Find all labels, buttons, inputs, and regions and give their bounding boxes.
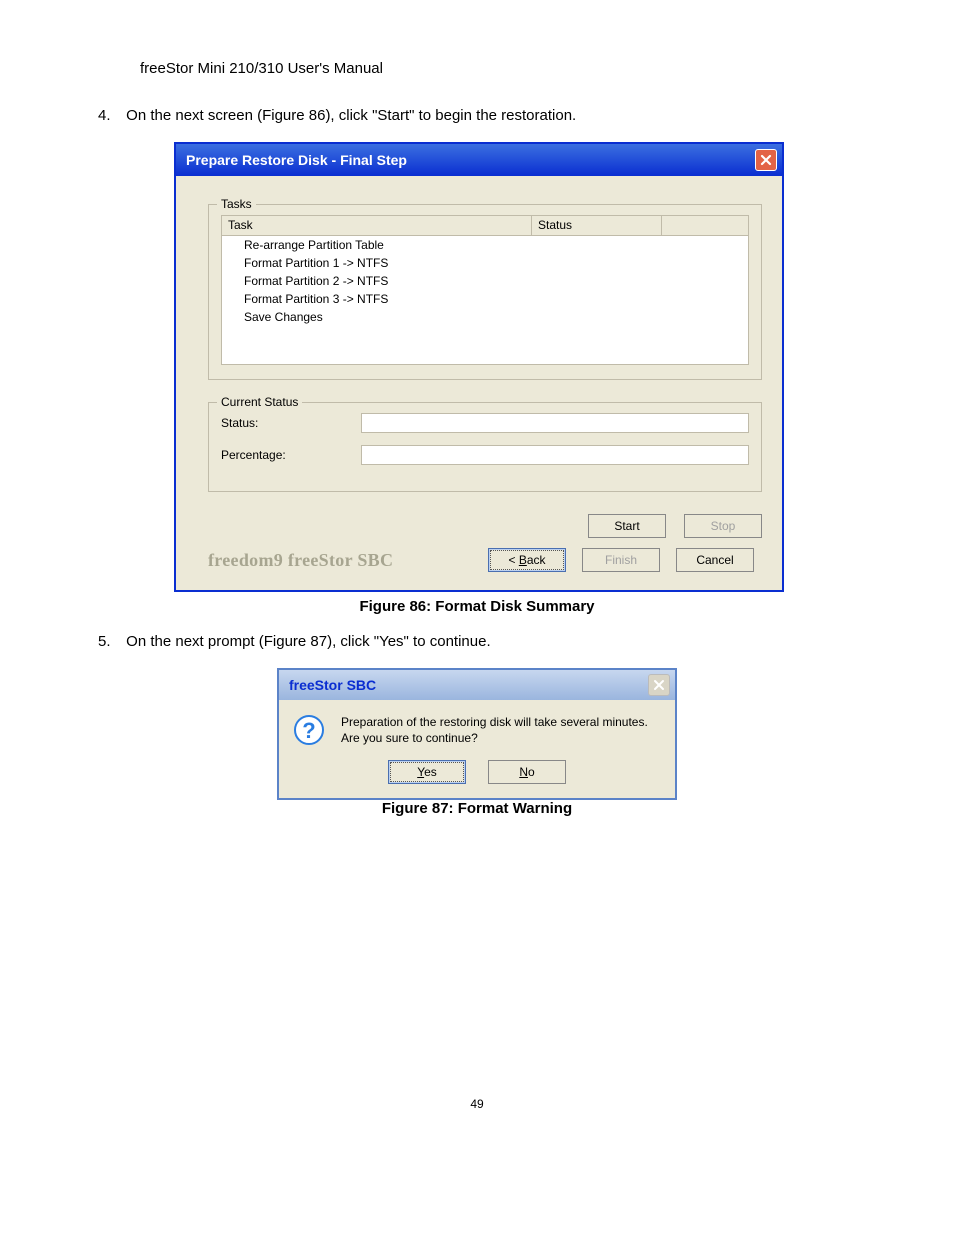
dialog-footer: freedom9 freeStor SBC < Back Finish Canc… xyxy=(208,548,762,572)
page-header: freeStor Mini 210/310 User's Manual xyxy=(140,60,954,77)
start-button[interactable]: Start xyxy=(588,514,666,538)
step-5: 5. On the next prompt (Figure 87), click… xyxy=(98,633,954,650)
dialog-title: Prepare Restore Disk - Final Step xyxy=(186,152,407,168)
yes-button[interactable]: Yes xyxy=(388,760,466,784)
percentage-row: Percentage: xyxy=(221,445,749,465)
figure-86: Prepare Restore Disk - Final Step Tasks … xyxy=(174,142,954,592)
percentage-field xyxy=(361,445,749,465)
step-4-number: 4. xyxy=(98,107,122,124)
status-row: Status: xyxy=(221,413,749,433)
tasks-group: Tasks Task Status Re-arrange Partition T… xyxy=(208,204,762,380)
figure-87: freeStor SBC ? Preparation of the restor… xyxy=(277,668,954,800)
dialog-titlebar: Prepare Restore Disk - Final Step xyxy=(176,144,782,176)
back-letter: B xyxy=(519,553,527,567)
tasks-table-header: Task Status xyxy=(222,216,748,236)
confirm-titlebar: freeStor SBC xyxy=(279,670,675,700)
back-button[interactable]: < Back xyxy=(488,548,566,572)
step-5-text: On the next prompt (Figure 87), click "Y… xyxy=(126,633,490,650)
msg-row: ? Preparation of the restoring disk will… xyxy=(293,714,661,746)
confirm-dialog: freeStor SBC ? Preparation of the restor… xyxy=(277,668,677,800)
msg-text: Preparation of the restoring disk will t… xyxy=(341,714,648,746)
step-4-text: On the next screen (Figure 86), click "S… xyxy=(126,107,576,124)
step-5-number: 5. xyxy=(98,633,122,650)
brand-text: freedom9 freeStor SBC xyxy=(208,550,393,571)
page-number: 49 xyxy=(0,1097,954,1111)
step-4: 4. On the next screen (Figure 86), click… xyxy=(98,107,954,124)
task-row: Format Partition 2 -> NTFS xyxy=(222,272,748,290)
dialog-body: Tasks Task Status Re-arrange Partition T… xyxy=(176,176,782,590)
confirm-title: freeStor SBC xyxy=(289,677,376,693)
question-icon: ? xyxy=(293,714,325,746)
current-status-legend: Current Status xyxy=(217,395,302,409)
figure-87-caption: Figure 87: Format Warning xyxy=(0,800,954,817)
task-row: Format Partition 3 -> NTFS xyxy=(222,290,748,308)
nav-buttons: < Back Finish Cancel xyxy=(488,548,754,572)
confirm-buttons: Yes No xyxy=(293,760,661,784)
back-prefix: < xyxy=(508,553,518,567)
no-suffix: o xyxy=(528,765,535,779)
confirm-body: ? Preparation of the restoring disk will… xyxy=(279,700,675,798)
percentage-label: Percentage: xyxy=(221,448,361,462)
back-suffix: ack xyxy=(527,553,546,567)
col-extra xyxy=(662,216,748,235)
task-row: Format Partition 1 -> NTFS xyxy=(222,254,748,272)
cancel-button[interactable]: Cancel xyxy=(676,548,754,572)
status-label: Status: xyxy=(221,416,361,430)
close-icon xyxy=(653,679,665,691)
no-letter: N xyxy=(519,765,528,779)
tasks-legend: Tasks xyxy=(217,197,256,211)
msg-line-1: Preparation of the restoring disk will t… xyxy=(341,714,648,730)
close-icon xyxy=(760,154,772,166)
task-row: Save Changes xyxy=(222,308,748,326)
close-button[interactable] xyxy=(755,149,777,171)
no-button[interactable]: No xyxy=(488,760,566,784)
finish-button: Finish xyxy=(582,548,660,572)
col-task[interactable]: Task xyxy=(222,216,532,235)
task-row: Re-arrange Partition Table xyxy=(222,236,748,254)
figure-86-caption: Figure 86: Format Disk Summary xyxy=(0,598,954,615)
prepare-restore-dialog: Prepare Restore Disk - Final Step Tasks … xyxy=(174,142,784,592)
tasks-table: Task Status Re-arrange Partition Table F… xyxy=(221,215,749,365)
msg-line-2: Are you sure to continue? xyxy=(341,730,648,746)
yes-suffix: es xyxy=(424,765,437,779)
status-field xyxy=(361,413,749,433)
svg-text:?: ? xyxy=(302,718,315,743)
col-status[interactable]: Status xyxy=(532,216,662,235)
start-stop-row: Start Stop xyxy=(208,514,762,538)
stop-button: Stop xyxy=(684,514,762,538)
close-button[interactable] xyxy=(648,674,670,696)
current-status-group: Current Status Status: Percentage: xyxy=(208,402,762,492)
